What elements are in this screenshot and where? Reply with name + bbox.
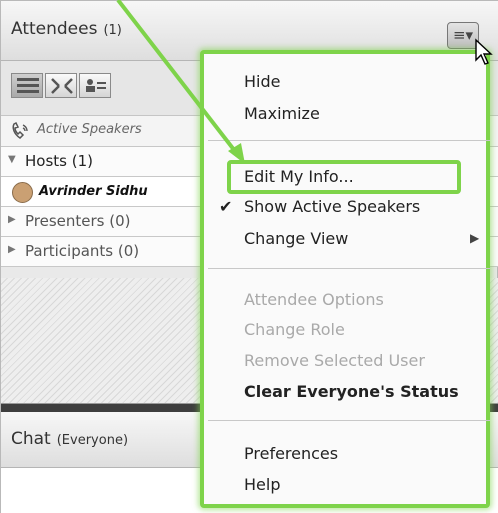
- chat-title-label: Chat: [11, 429, 51, 449]
- expanded-triangle-icon: ▼: [8, 154, 16, 165]
- user-card-icon: [86, 79, 106, 92]
- expand-arrows-icon: [51, 78, 73, 94]
- menu-separator: [208, 420, 490, 421]
- chat-scope: (Everyone): [56, 433, 129, 448]
- active-speakers-label: Active Speakers: [37, 122, 142, 137]
- collapsed-triangle-icon: ▶: [8, 214, 16, 225]
- chat-title: Chat (Everyone): [11, 429, 128, 449]
- list-view-icon: [17, 78, 39, 93]
- menu-item-maximize[interactable]: Maximize: [244, 104, 320, 123]
- menu-item-hide[interactable]: Hide: [244, 72, 280, 91]
- group-label: Presenters (0): [25, 212, 131, 230]
- user-avatar-icon: [12, 182, 33, 203]
- menu-item-preferences[interactable]: Preferences: [244, 444, 338, 463]
- mouse-cursor-icon: [475, 38, 493, 65]
- group-label: Participants (0): [25, 242, 140, 260]
- menu-item-attendee-options: Attendee Options: [244, 290, 384, 309]
- menu-item-show-active-speakers[interactable]: Show Active Speakers: [244, 197, 420, 216]
- attendee-name: Avrinder Sidhu: [39, 184, 148, 199]
- collapsed-triangle-icon: ▶: [8, 244, 16, 255]
- checkmark-icon: ✔: [219, 197, 233, 216]
- pod-title: Attendees (1): [11, 19, 122, 39]
- phone-speaker-icon: [12, 122, 28, 139]
- pod-title-label: Attendees: [11, 19, 98, 39]
- menu-item-edit-my-info[interactable]: Edit My Info...: [244, 167, 354, 186]
- pod-options-menu: Hide Maximize Edit My Info... ✔ Show Act…: [200, 50, 490, 508]
- user-details-view-button[interactable]: [79, 73, 111, 98]
- menu-separator: [208, 268, 490, 269]
- menu-separator: [208, 140, 490, 141]
- expand-view-button[interactable]: [45, 73, 77, 98]
- group-label: Hosts (1): [25, 152, 93, 170]
- list-view-button[interactable]: [11, 73, 43, 98]
- menu-lines-icon: ≡▾: [452, 26, 474, 44]
- menu-item-clear-everyones-status[interactable]: Clear Everyone's Status: [244, 382, 459, 401]
- menu-item-change-role: Change Role: [244, 320, 345, 339]
- menu-item-help[interactable]: Help: [244, 475, 280, 494]
- submenu-arrow-icon: ▶: [470, 231, 480, 245]
- menu-item-remove-selected-user: Remove Selected User: [244, 351, 425, 370]
- attendee-count: (1): [103, 23, 122, 38]
- menu-item-change-view[interactable]: Change View: [244, 229, 348, 248]
